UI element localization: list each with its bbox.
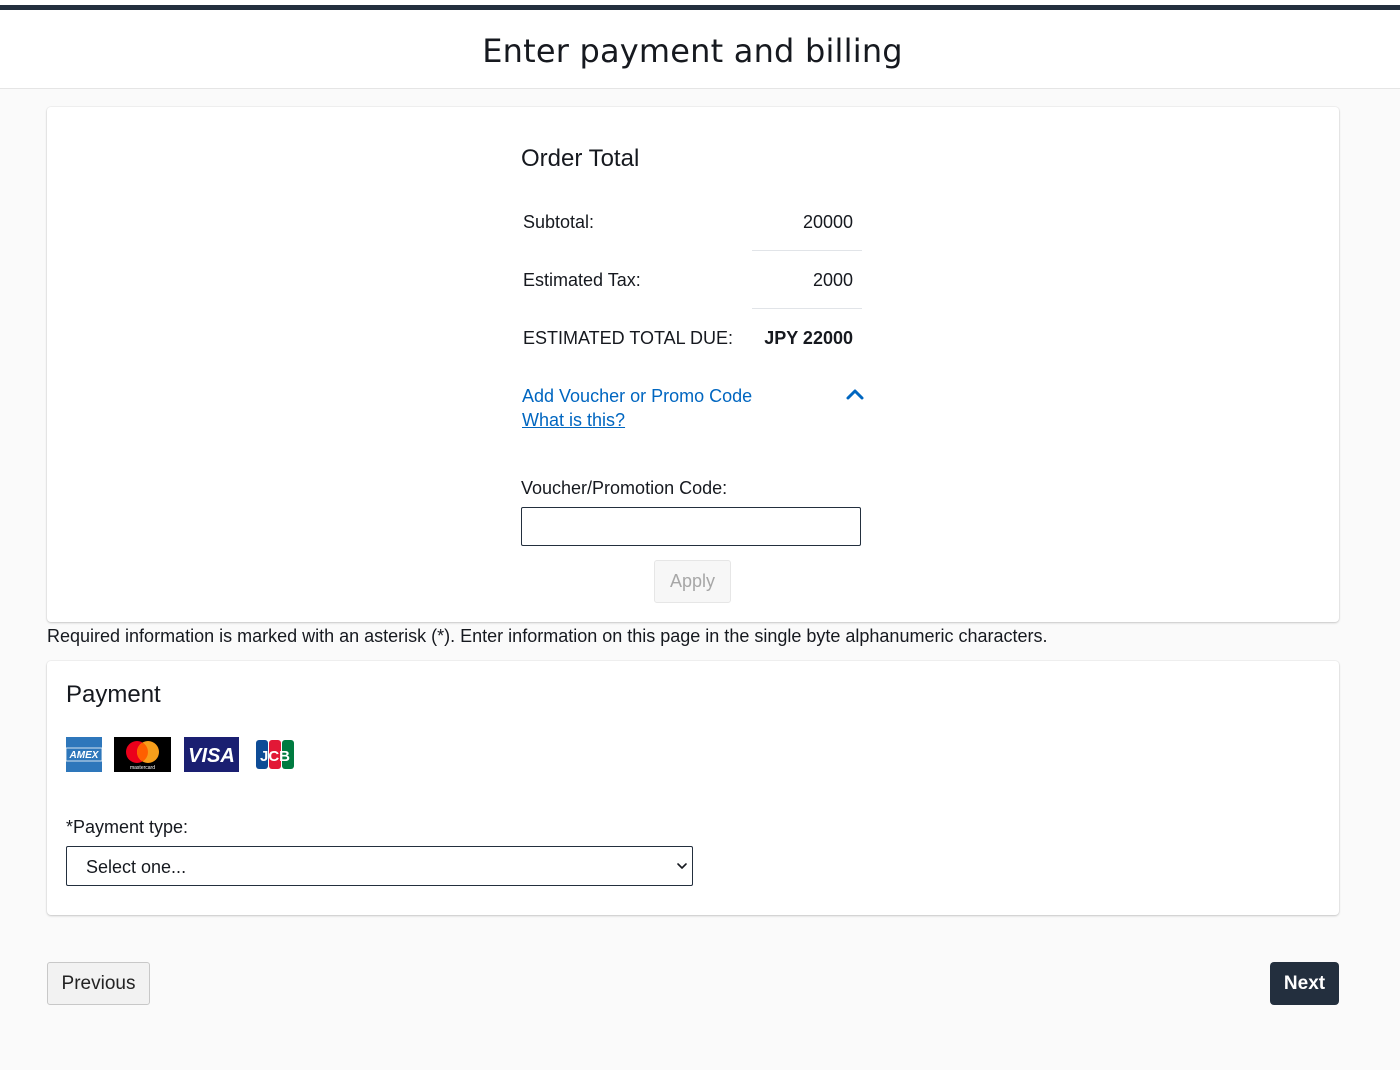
subtotal-divider (752, 250, 862, 251)
total-value: JPY 22000 (764, 328, 853, 348)
jcb-text: JCB (260, 748, 290, 765)
page-header: Enter payment and billing (0, 10, 1400, 89)
subtotal-value: 20000 (802, 212, 853, 232)
payment-title: Payment (66, 681, 161, 708)
top-bar (0, 0, 1400, 10)
tax-label: Estimated Tax: (523, 270, 641, 290)
mastercard-icon: mastercard (114, 737, 171, 772)
total-label: ESTIMATED TOTAL DUE: (523, 328, 734, 348)
payment-type-select[interactable]: Select one... (66, 846, 693, 886)
payment-type-label: *Payment type: (66, 817, 189, 837)
visa-text: VISA (188, 745, 235, 767)
previous-button[interactable]: Previous (47, 962, 150, 1005)
mastercard-text: mastercard (130, 765, 155, 771)
tax-divider (752, 308, 862, 309)
voucher-label: Voucher/Promotion Code: (521, 478, 728, 498)
visa-icon: VISA (184, 737, 239, 772)
amex-text: AMEX (69, 750, 100, 761)
chevron-up-icon[interactable] (845, 387, 865, 401)
apply-button[interactable]: Apply (654, 560, 731, 603)
next-button[interactable]: Next (1270, 962, 1339, 1005)
tax-value: 2000 (812, 270, 853, 290)
subtotal-label: Subtotal: (523, 212, 595, 232)
amex-icon: AMEX (66, 737, 102, 772)
promo-code-toggle[interactable]: Add Voucher or Promo Code (522, 386, 752, 407)
required-info-note: Required information is marked with an a… (47, 626, 1048, 646)
order-total-card: Order Total Subtotal: 20000 Estimated Ta… (47, 107, 1339, 622)
what-is-this-link[interactable]: What is this? (522, 410, 625, 431)
jcb-icon: JCB (254, 737, 296, 772)
order-total-title: Order Total (521, 145, 640, 172)
voucher-input[interactable] (521, 507, 861, 546)
chevron-down-icon (677, 863, 687, 869)
payment-type-selected-value: Select one... (86, 857, 187, 877)
payment-card: Payment AMEX mastercard VISA JCB *Paymen… (47, 661, 1339, 915)
page-title: Enter payment and billing (482, 32, 903, 70)
